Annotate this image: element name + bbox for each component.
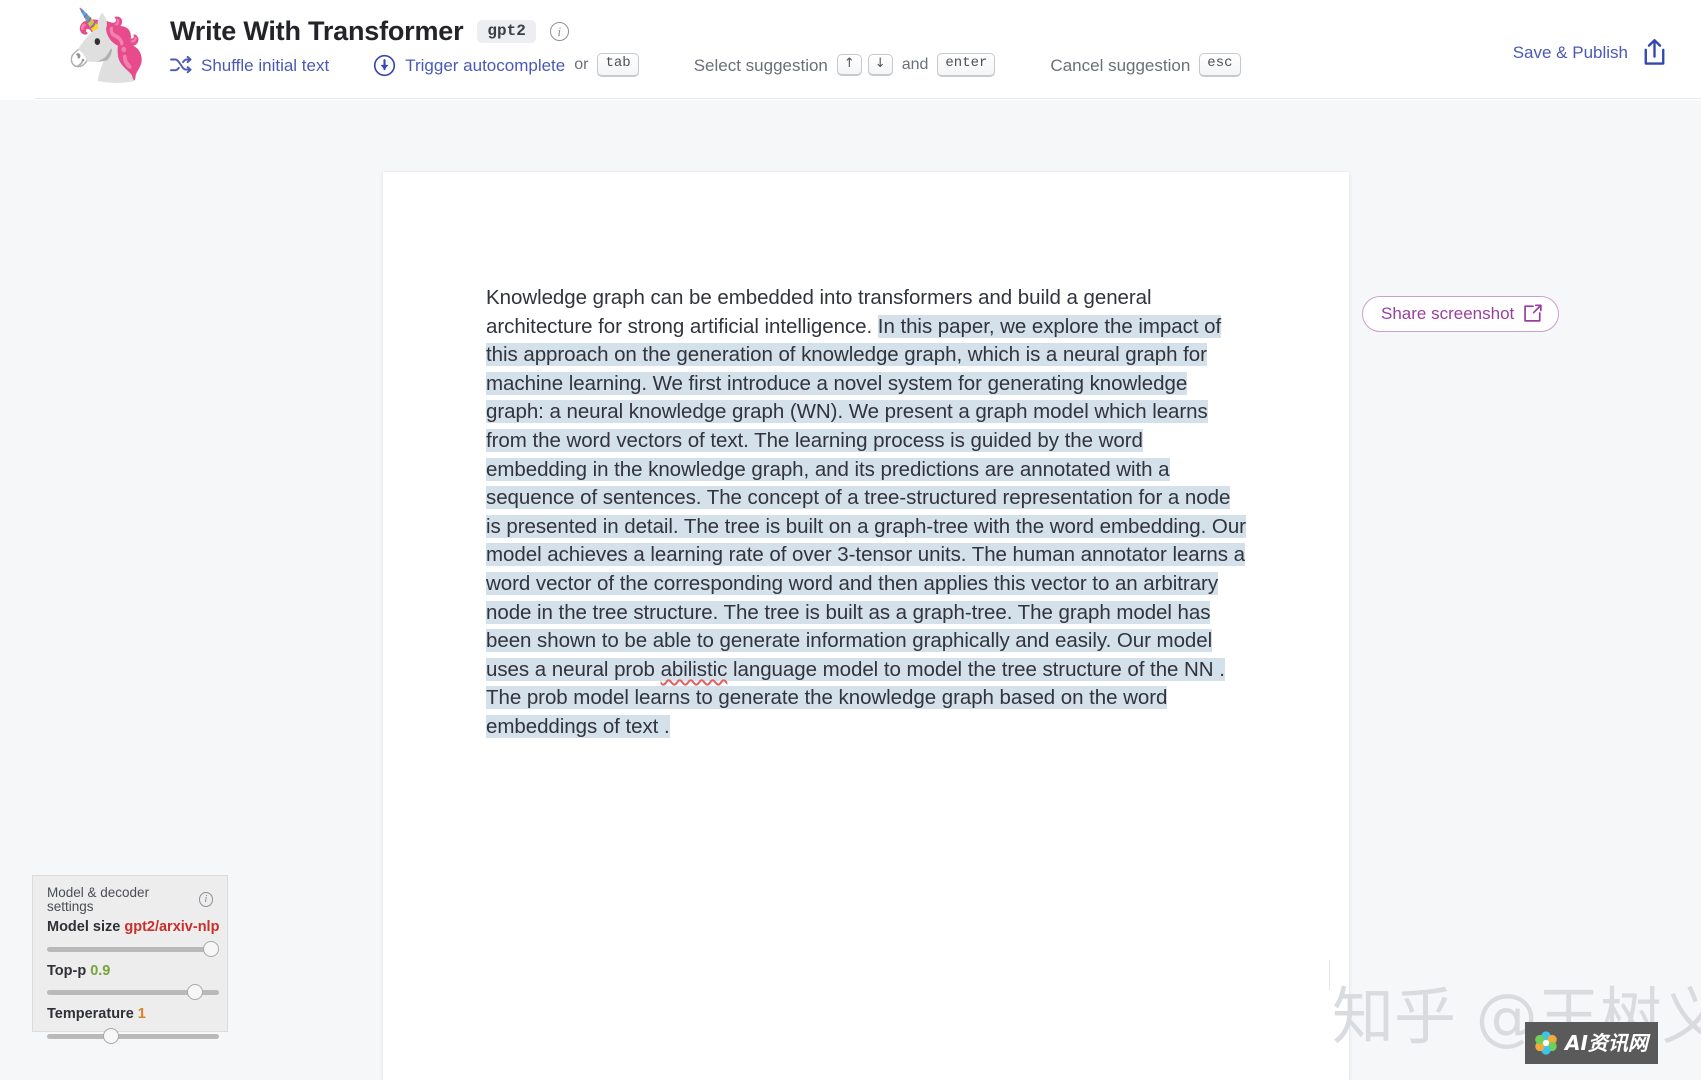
header-actions: Shuffle initial text Trigger autocomplet… <box>170 52 1241 78</box>
model-decoder-settings-panel[interactable]: Model & decoder settings i Model size gp… <box>32 875 228 1044</box>
shuffle-initial-text-button[interactable]: Shuffle initial text <box>170 52 329 78</box>
info-icon[interactable]: i <box>198 892 213 907</box>
settings-header: Model & decoder settings i <box>47 886 213 913</box>
page-title: Write With Transformer <box>170 16 464 46</box>
model-size-slider[interactable] <box>47 940 219 957</box>
share-screenshot-label: Share screenshot <box>1381 304 1515 323</box>
unicorn-emoji: 🦄 <box>63 6 151 84</box>
app-header: 🦄 Write With Transformer gpt2 i Shuffle … <box>0 0 1701 100</box>
slider-track <box>47 1033 219 1039</box>
model-size-value: gpt2/arxiv-nlp <box>124 919 220 935</box>
model-size-label: Model size gpt2/arxiv-nlp <box>47 919 219 935</box>
top-p-slider[interactable] <box>47 984 219 1000</box>
share-screenshot-button[interactable]: Share screenshot <box>1362 296 1560 332</box>
external-link-icon <box>1523 304 1542 323</box>
save-and-publish-label: Save & Publish <box>1512 42 1628 62</box>
generated-text-part1: In this paper, we explore the impact of … <box>486 314 1246 681</box>
flower-logo-icon <box>1533 1030 1559 1056</box>
header-divider <box>35 98 1701 99</box>
temperature-label: Temperature 1 <box>47 1007 213 1022</box>
select-suggestion-label: Select suggestion <box>693 55 828 75</box>
share-up-icon <box>1641 38 1668 66</box>
temperature-value: 1 <box>137 1006 146 1022</box>
conn-or: or <box>574 56 589 73</box>
top-p-label-text: Top-p <box>47 962 87 979</box>
conn-and: and <box>901 56 929 73</box>
key-esc[interactable]: esc <box>1199 53 1241 77</box>
cancel-suggestion-label: Cancel suggestion <box>1050 55 1191 75</box>
ai-news-watermark-text: AI资讯网 <box>1565 1031 1648 1055</box>
temperature-slider[interactable] <box>47 1027 219 1044</box>
trigger-autocomplete-button[interactable]: Trigger autocomplete <box>373 52 565 78</box>
temperature-label-text: Temperature <box>47 1006 134 1022</box>
top-p-label: Top-p 0.9 <box>47 962 213 979</box>
shuffle-initial-text-label: Shuffle initial text <box>201 55 330 75</box>
save-and-publish-button[interactable]: Save & Publish <box>1513 38 1668 66</box>
key-tab[interactable]: tab <box>597 53 639 77</box>
title-row: Write With Transformer gpt2 i <box>170 16 569 47</box>
misspelled-word: abilistic <box>660 657 728 681</box>
slider-knob[interactable] <box>203 940 219 957</box>
model-size-label-text: Model size <box>47 919 121 935</box>
download-circle-icon <box>373 54 396 77</box>
editor-text[interactable]: Knowledge graph can be embedded into tra… <box>486 284 1246 742</box>
editor-card[interactable]: Knowledge graph can be embedded into tra… <box>383 172 1349 1080</box>
slider-knob[interactable] <box>103 1027 119 1044</box>
trigger-autocomplete-label: Trigger autocomplete <box>405 55 566 75</box>
settings-title: Model & decoder settings <box>47 885 150 914</box>
key-arrow-down[interactable]: ↓ <box>867 53 893 77</box>
slider-track <box>47 946 219 952</box>
shuffle-icon <box>170 55 192 75</box>
model-badge[interactable]: gpt2 <box>477 20 536 43</box>
watermark-rule <box>1329 960 1330 990</box>
key-arrow-up[interactable]: ↑ <box>836 53 862 77</box>
slider-knob[interactable] <box>187 984 203 1000</box>
top-p-value: 0.9 <box>90 962 111 979</box>
ai-news-watermark-badge: AI资讯网 <box>1525 1022 1658 1064</box>
key-enter[interactable]: enter <box>937 53 996 77</box>
info-icon[interactable]: i <box>549 22 569 41</box>
